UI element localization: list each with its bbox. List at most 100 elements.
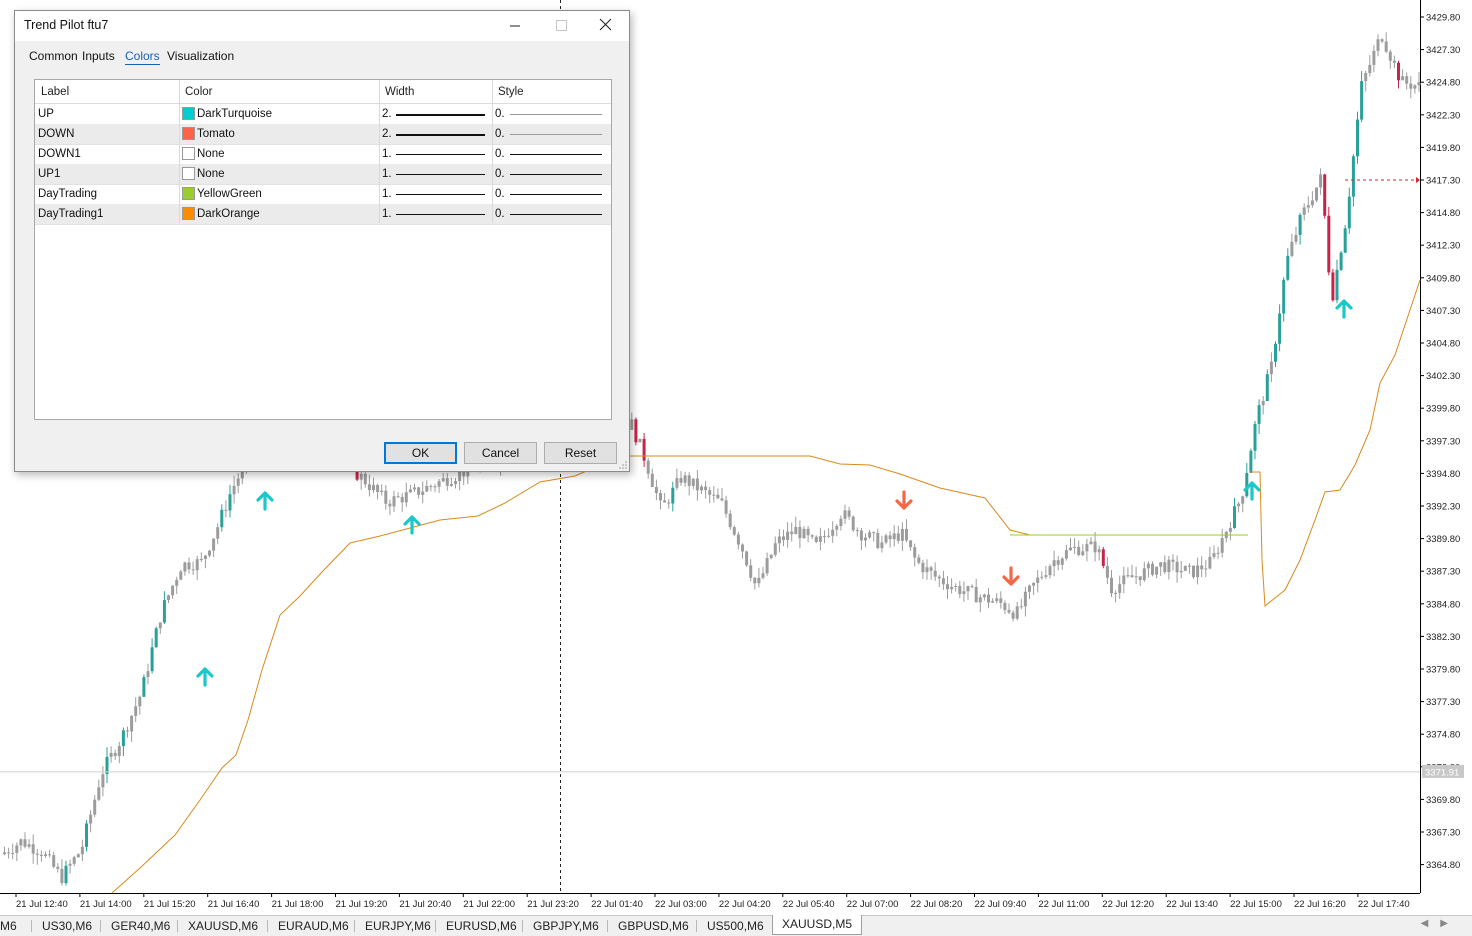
- row-width-value[interactable]: 2.: [382, 128, 392, 140]
- candle-body: [1175, 561, 1179, 573]
- colors-table: Label Color Width Style UP DarkTurquoise 2…: [34, 79, 612, 420]
- table-row[interactable]: DayTrading YellowGreen 1. 0.: [35, 184, 611, 205]
- candle: [1056, 555, 1060, 571]
- candle-body: [1290, 241, 1294, 256]
- color-swatch[interactable]: [182, 147, 195, 160]
- close-button[interactable]: [583, 11, 629, 41]
- symbol-tab[interactable]: GER40,M6: [111, 918, 170, 934]
- table-row[interactable]: DOWN Tomato 2. 0.: [35, 124, 611, 145]
- row-color-name[interactable]: DarkOrange: [197, 208, 260, 220]
- row-style-value[interactable]: 0.: [495, 148, 505, 160]
- row-color-name[interactable]: DarkTurquoise: [197, 108, 272, 120]
- candle-body: [445, 478, 449, 486]
- tab-visualization[interactable]: Visualization: [167, 49, 234, 63]
- row-color-name[interactable]: Tomato: [197, 128, 235, 140]
- row-style-value[interactable]: 0.: [495, 128, 505, 140]
- candle: [1130, 564, 1134, 578]
- candle: [749, 559, 753, 582]
- row-width-value[interactable]: 1.: [382, 208, 392, 220]
- color-swatch[interactable]: [182, 107, 195, 120]
- tab-scroll-arrows-icon[interactable]: ◀▶: [1421, 918, 1460, 929]
- candle: [162, 591, 166, 624]
- color-swatch[interactable]: [182, 167, 195, 180]
- maximize-icon: [556, 20, 567, 31]
- symbol-tab[interactable]: US30,M6: [42, 918, 92, 934]
- candle-body: [437, 481, 441, 487]
- candle: [413, 483, 416, 492]
- candle-body: [1015, 606, 1019, 619]
- candle-body: [1274, 343, 1277, 362]
- table-row[interactable]: UP1 None 1. 0.: [35, 164, 611, 185]
- table-row[interactable]: DOWN1 None 1. 0.: [35, 144, 611, 165]
- candle: [19, 838, 23, 851]
- row-style-value[interactable]: 0.: [495, 108, 505, 120]
- symbol-tab[interactable]: EURJPY,M6: [365, 918, 431, 934]
- candle-body: [691, 478, 695, 486]
- column-header-color[interactable]: Color: [185, 86, 212, 98]
- table-row[interactable]: UP DarkTurquoise 2. 0.: [35, 104, 611, 125]
- column-separator: [379, 80, 380, 223]
- symbol-tab[interactable]: GBPJPY,M6: [533, 918, 599, 934]
- candle-body: [864, 537, 867, 541]
- candle-body: [162, 600, 166, 623]
- row-width-value[interactable]: 1.: [382, 188, 392, 200]
- row-color-name[interactable]: None: [197, 168, 225, 180]
- ok-button[interactable]: OK: [384, 442, 457, 464]
- candle-body: [1105, 565, 1109, 578]
- tab-inputs[interactable]: Inputs: [82, 49, 115, 63]
- column-header-label[interactable]: Label: [41, 86, 69, 98]
- symbol-tab[interactable]: XAUUSD,M5: [772, 915, 863, 935]
- minimize-button[interactable]: [492, 11, 538, 41]
- candle: [126, 726, 129, 738]
- column-header-style[interactable]: Style: [498, 86, 524, 98]
- candle-body: [425, 485, 429, 492]
- table-row[interactable]: DayTrading1 DarkOrange 1. 0.: [35, 204, 611, 225]
- symbol-tab[interactable]: EURAUD,M6: [278, 918, 349, 934]
- row-color-name[interactable]: None: [197, 148, 225, 160]
- candle: [1171, 554, 1175, 571]
- candle: [1167, 555, 1171, 580]
- row-width-value[interactable]: 1.: [382, 148, 392, 160]
- color-swatch[interactable]: [182, 207, 195, 220]
- row-style-value[interactable]: 0.: [495, 168, 505, 180]
- candle-body: [937, 576, 941, 579]
- reset-button[interactable]: Reset: [544, 442, 617, 464]
- candle-body: [1339, 252, 1343, 270]
- symbol-tab[interactable]: US500,M6: [707, 918, 764, 934]
- candle: [1023, 586, 1027, 617]
- candle: [1278, 304, 1282, 352]
- candle: [814, 535, 818, 544]
- tab-colors[interactable]: Colors: [125, 49, 160, 65]
- candle: [1105, 556, 1109, 585]
- candle-body: [773, 543, 777, 555]
- candle-body: [917, 557, 921, 563]
- symbol-tab[interactable]: GBPUSD,M6: [618, 918, 689, 934]
- candle-body: [638, 438, 642, 443]
- row-width-value[interactable]: 2.: [382, 108, 392, 120]
- column-header-width[interactable]: Width: [385, 86, 414, 98]
- cancel-button[interactable]: Cancel: [464, 442, 537, 464]
- candle-body: [634, 419, 638, 443]
- row-label: UP1: [38, 168, 61, 180]
- dialog-titlebar[interactable]: Trend Pilot ftu7: [15, 11, 629, 41]
- resize-grip-icon[interactable]: [619, 461, 627, 469]
- candle: [1265, 369, 1269, 402]
- row-style-value[interactable]: 0.: [495, 188, 505, 200]
- candle: [1302, 203, 1306, 221]
- style-preview: [510, 214, 602, 215]
- symbol-tab[interactable]: XAUUSD,M6: [188, 918, 258, 934]
- tab-common[interactable]: Common: [29, 49, 78, 63]
- row-color-name[interactable]: YellowGreen: [197, 188, 262, 200]
- candle-body: [736, 534, 740, 545]
- symbol-tab[interactable]: M6: [0, 918, 17, 934]
- candle-body: [732, 527, 736, 535]
- candle: [1233, 497, 1236, 529]
- color-swatch[interactable]: [182, 127, 195, 140]
- candle: [982, 593, 986, 601]
- color-swatch[interactable]: [182, 187, 195, 200]
- candle-body: [232, 485, 236, 495]
- row-style-value[interactable]: 0.: [495, 208, 505, 220]
- row-width-value[interactable]: 1.: [382, 168, 392, 180]
- candle-body: [1036, 577, 1040, 583]
- symbol-tab[interactable]: EURUSD,M6: [446, 918, 517, 934]
